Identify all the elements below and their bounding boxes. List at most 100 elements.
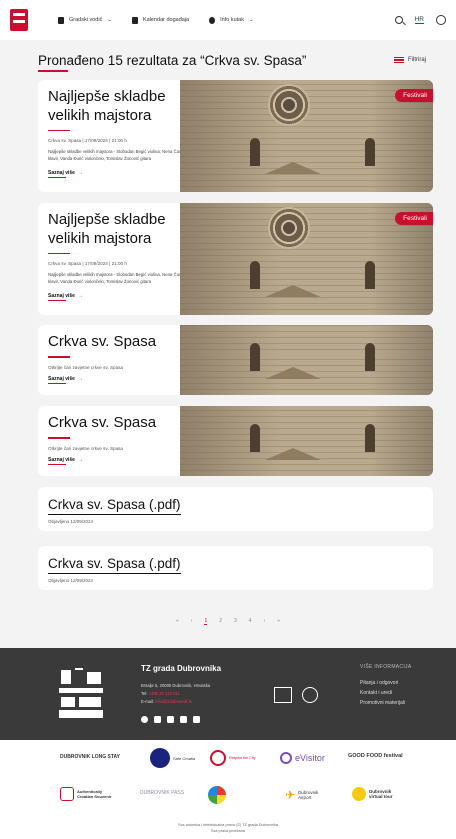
card-text: Crkva sv. Spasa Otkrijte čari zavjetne c… <box>48 333 188 384</box>
footer-phone: Tel: +385 20 312 011 <box>141 690 180 696</box>
nav-events-calendar[interactable]: Kalendar događaja <box>131 16 190 24</box>
footer-contact: Brsalje 5, 20000 Dubrovnik, Hrvatska Tel… <box>141 682 210 706</box>
arched-window <box>365 343 375 371</box>
filter-label: Filtriraj <box>408 57 426 63</box>
card-title-underline <box>48 355 70 358</box>
filter-icon <box>394 57 404 63</box>
read-more-label: Saznaj više <box>48 169 75 176</box>
first-page-button[interactable]: « <box>176 618 179 625</box>
partner-long-stay[interactable]: DUBROVNIK LONG STAY <box>60 754 120 761</box>
read-more-link[interactable]: Saznaj više → <box>48 457 188 463</box>
nav-label: Gradski vodič <box>69 17 103 23</box>
safe-croatia-icon <box>150 748 170 768</box>
partner-evisitor[interactable]: eVisitor <box>280 752 325 764</box>
rose-window <box>268 207 310 249</box>
prev-page-button[interactable]: ‹ <box>191 618 193 625</box>
footer-logo[interactable] <box>59 664 103 720</box>
partner-dubrovnik-pass[interactable]: DUBROVNIK PASS <box>140 790 184 796</box>
arrow-right-icon: → <box>77 169 83 176</box>
church-photo <box>180 406 433 476</box>
card-title[interactable]: Crkva sv. Spasa <box>48 333 188 352</box>
link-underline <box>48 382 66 384</box>
page-title: Pronađeno 15 rezultata za “Crkva sv. Spa… <box>38 53 307 68</box>
virtual-tour-icon <box>352 787 366 801</box>
pinwheel-icon <box>208 786 226 804</box>
card-text: Najljepše skladbe velikih majstora Crkva… <box>48 211 188 301</box>
arched-window <box>365 261 375 289</box>
arched-window <box>365 138 375 166</box>
partner-logos: DUBROVNIK LONG STAY Safe Croatia Respect… <box>0 740 456 839</box>
door-pediment <box>265 367 321 379</box>
pdf-title-underline <box>48 514 181 516</box>
card-title[interactable]: Najljepše skladbe velikih majstora <box>48 211 188 249</box>
language-switch[interactable]: HR <box>414 16 424 24</box>
x-icon[interactable] <box>154 716 161 723</box>
page-link[interactable]: 3 <box>234 618 237 625</box>
partner-virtual-tour[interactable]: Dubrovnik virtual tour <box>352 787 404 801</box>
read-more-link[interactable]: Saznaj više → <box>48 376 188 382</box>
arched-window <box>250 424 260 452</box>
copyright: Sva autorska i intelektualna prava (©) T… <box>0 823 456 834</box>
chevron-down-icon: ⌄ <box>248 17 254 23</box>
card-text: Najljepše skladbe velikih majstora Crkva… <box>48 88 188 178</box>
card-meta: Otkrijte čari zavjetne crkve sv. Spasa <box>48 364 123 370</box>
card-title-underline <box>48 129 70 132</box>
card-title[interactable]: Najljepše skladbe velikih majstora <box>48 88 188 126</box>
site-header: Gradski vodič ⌄ Kalendar događaja Info k… <box>0 0 456 40</box>
card-title-underline <box>48 436 70 439</box>
category-badge: Festivali <box>395 212 433 225</box>
page-link[interactable]: 4 <box>249 618 252 625</box>
phone-link[interactable]: +385 20 312 011 <box>149 691 180 696</box>
pdf-date: Objavljeno 12/09/2024 <box>48 578 94 583</box>
partner-pinwheel[interactable] <box>208 786 226 804</box>
email-link[interactable]: info@tzdubrovnik.hr <box>155 699 192 704</box>
card-title-underline <box>48 252 70 255</box>
calendar-icon <box>131 16 138 24</box>
partner-respect-city[interactable]: Respect the City <box>210 750 259 766</box>
read-more-link[interactable]: Saznaj više → <box>48 293 188 299</box>
title-underline <box>38 70 68 72</box>
facebook-icon[interactable] <box>141 716 148 723</box>
arrow-right-icon: → <box>77 375 83 382</box>
arched-window <box>250 343 260 371</box>
search-icon[interactable] <box>394 16 403 24</box>
next-page-button[interactable]: › <box>264 618 266 625</box>
page-link-current[interactable]: 1 <box>204 618 208 625</box>
info-icon <box>209 16 216 24</box>
footer-email: E-mail: info@tzdubrovnik.hr <box>141 698 193 704</box>
read-more-label: Saznaj više <box>48 456 75 463</box>
nav-info[interactable]: Info kutak ⌄ <box>209 16 254 24</box>
result-card[interactable]: Najljepše skladbe velikih majstora Crkva… <box>38 80 433 192</box>
result-card[interactable]: Crkva sv. Spasa Otkrijte čari zavjetne c… <box>38 406 433 476</box>
instagram-icon[interactable] <box>193 716 200 723</box>
result-card[interactable]: Crkva sv. Spasa Otkrijte čari zavjetne c… <box>38 325 433 395</box>
card-title[interactable]: Crkva sv. Spasa <box>48 414 188 433</box>
unesco-temple-icon <box>274 687 292 703</box>
accessibility-icon[interactable] <box>436 15 446 25</box>
nav-label: Info kutak <box>220 17 244 23</box>
page-link[interactable]: 2 <box>219 618 222 625</box>
last-page-button[interactable]: » <box>277 618 280 625</box>
result-card[interactable]: Najljepše skladbe velikih majstora Crkva… <box>38 203 433 315</box>
partner-good-food[interactable]: GOOD FOOD festival <box>348 753 403 759</box>
filter-button[interactable]: Filtriraj <box>394 57 426 63</box>
footer-link[interactable]: Kontakt i uredi <box>360 689 405 699</box>
partner-souvenir[interactable]: Authentically Croatian Souvenir <box>60 787 120 801</box>
read-more-link[interactable]: Saznaj više → <box>48 170 188 176</box>
pdf-title[interactable]: Crkva sv. Spasa (.pdf) <box>48 556 181 571</box>
logo[interactable] <box>10 9 28 31</box>
youtube-icon[interactable] <box>167 716 174 723</box>
partner-airport[interactable]: ✈ Dubrovnik Airport <box>285 788 328 802</box>
nav-label: Kalendar događaja <box>142 17 190 23</box>
social-links <box>141 716 200 723</box>
linkedin-icon[interactable] <box>180 716 187 723</box>
footer-link[interactable]: Pitanja i odgovori <box>360 679 405 689</box>
pdf-result[interactable]: Crkva sv. Spasa (.pdf) Objavljeno 12/09/… <box>38 546 433 590</box>
card-meta: Crkva sv. Spasa | 17/09/2024 | 21:00 h <box>48 138 127 144</box>
pdf-title[interactable]: Crkva sv. Spasa (.pdf) <box>48 497 181 512</box>
pdf-result[interactable]: Crkva sv. Spasa (.pdf) Objavljeno 12/09/… <box>38 487 433 531</box>
pdf-title-underline <box>48 573 181 575</box>
nav-city-guide[interactable]: Gradski vodič ⌄ <box>58 16 112 24</box>
partner-safe-croatia[interactable]: Safe Croatia <box>150 748 195 768</box>
footer-link[interactable]: Promotivni materijali <box>360 699 405 709</box>
